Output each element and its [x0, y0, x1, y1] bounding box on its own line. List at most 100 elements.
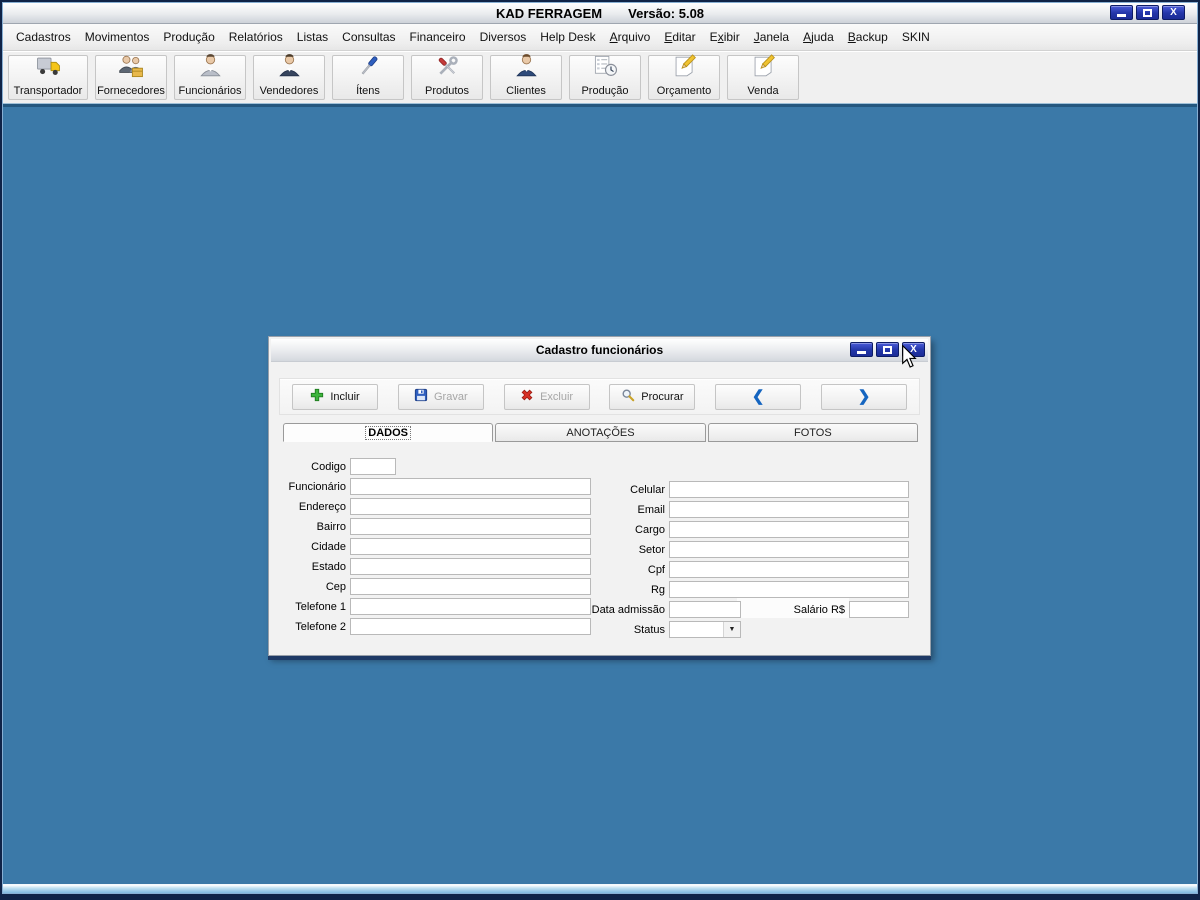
email-input[interactable]	[669, 501, 909, 518]
cargo-input[interactable]	[669, 521, 909, 538]
endereco-input[interactable]	[350, 498, 591, 515]
codigo-label: Codigo	[271, 459, 346, 476]
red-x-icon	[520, 388, 534, 405]
setor-input[interactable]	[669, 541, 909, 558]
toolbar-button-produtos[interactable]: Produtos	[411, 55, 483, 100]
toolbar-button-clientes[interactable]: Clientes	[490, 55, 562, 100]
toolbar-button-vendedores[interactable]: Vendedores	[253, 55, 325, 100]
clipboard-clock-icon	[592, 53, 619, 85]
maximize-button[interactable]	[1136, 5, 1159, 20]
chevron-right-icon: ❯	[858, 389, 871, 404]
menu-item-financeiro[interactable]: Financeiro	[403, 27, 473, 47]
tab-anotacoes[interactable]: ANOTAÇÕES	[495, 423, 705, 442]
mdi-client-area: Cadastro funcionários X	[3, 107, 1197, 884]
tab-fotos[interactable]: FOTOS	[708, 423, 918, 442]
cpf-label: Cpf	[565, 562, 665, 579]
cep-label: Cep	[271, 579, 346, 596]
menu-item-relatórios[interactable]: Relatórios	[222, 27, 290, 47]
toolbar-button-itens[interactable]: Ítens	[332, 55, 404, 100]
salario-label: Salário R$	[775, 602, 845, 619]
menu-item-editar[interactable]: Editar	[657, 27, 702, 47]
menu-item-diversos[interactable]: Diversos	[473, 27, 534, 47]
toolbar-button-transportador[interactable]: Transportador	[8, 55, 88, 100]
menu-item-ajuda[interactable]: Ajuda	[796, 27, 841, 47]
salario-input[interactable]	[849, 601, 909, 618]
gravar-button[interactable]: Gravar	[398, 384, 484, 410]
tab-dados[interactable]: DADOS	[283, 423, 493, 442]
telefone2-input[interactable]	[350, 618, 591, 635]
toolbar-button-producao[interactable]: Produção	[569, 55, 641, 100]
procurar-button[interactable]: Procurar	[609, 384, 695, 410]
menu-item-arquivo[interactable]: Arquivo	[603, 27, 658, 47]
data-admissao-label: Data admissão	[565, 602, 665, 619]
menu-item-help-desk[interactable]: Help Desk	[533, 27, 602, 47]
toolbar-button-fornecedores[interactable]: Fornecedores	[95, 55, 167, 100]
telefone1-input[interactable]	[350, 598, 591, 615]
minimize-button[interactable]	[1110, 5, 1133, 20]
toolbar-button-orcamento[interactable]: Orçamento	[648, 55, 720, 100]
rg-input[interactable]	[669, 581, 909, 598]
maximize-icon	[883, 346, 892, 354]
chevron-down-icon[interactable]: ▼	[723, 622, 740, 637]
maximize-icon	[1143, 9, 1152, 17]
cargo-label: Cargo	[565, 522, 665, 539]
title-bar[interactable]: KAD FERRAGEM Versão: 5.08 X	[3, 3, 1197, 24]
toolbar-label: Funcionários	[179, 85, 242, 98]
excluir-label: Excluir	[540, 391, 573, 403]
menu-item-cadastros[interactable]: Cadastros	[9, 27, 78, 47]
salesman-icon	[276, 53, 303, 85]
toolbar-label: Produção	[581, 85, 628, 98]
menu-item-exibir[interactable]: Exibir	[703, 27, 747, 47]
menu-item-consultas[interactable]: Consultas	[335, 27, 402, 47]
app-title: KAD FERRAGEM	[496, 6, 602, 21]
codigo-input[interactable]	[350, 458, 396, 475]
cpf-input[interactable]	[669, 561, 909, 578]
minimize-icon	[1117, 14, 1126, 17]
next-record-button[interactable]: ❯	[821, 384, 907, 410]
close-button[interactable]: X	[1162, 5, 1185, 20]
dialog-maximize-button[interactable]	[876, 342, 899, 357]
incluir-button[interactable]: Incluir	[292, 384, 378, 410]
menu-item-backup[interactable]: Backup	[841, 27, 895, 47]
excluir-button[interactable]: Excluir	[504, 384, 590, 410]
cadastro-funcionarios-window: Cadastro funcionários X	[268, 336, 931, 656]
toolbar-label: Produtos	[425, 85, 469, 98]
toolbar-label: Vendedores	[260, 85, 319, 98]
bairro-input[interactable]	[350, 518, 591, 535]
magnifier-icon	[621, 388, 635, 405]
tab-label: FOTOS	[794, 427, 832, 439]
toolbar-button-funcionarios[interactable]: Funcionários	[174, 55, 246, 100]
dialog-minimize-button[interactable]	[850, 342, 873, 357]
celular-input[interactable]	[669, 481, 909, 498]
telefone1-label: Telefone 1	[271, 599, 346, 616]
funcionario-input[interactable]	[350, 478, 591, 495]
estado-label: Estado	[271, 559, 346, 576]
estado-input[interactable]	[350, 558, 591, 575]
cidade-label: Cidade	[271, 539, 346, 556]
close-icon: X	[1170, 6, 1177, 19]
dialog-title-bar[interactable]: Cadastro funcionários X	[271, 339, 928, 362]
status-bar	[3, 884, 1197, 893]
incluir-label: Incluir	[330, 391, 359, 403]
menu-item-produção[interactable]: Produção	[156, 27, 221, 47]
data-admissao-input[interactable]	[669, 601, 741, 618]
previous-record-button[interactable]: ❮	[715, 384, 801, 410]
status-combobox[interactable]: ▼	[669, 621, 741, 638]
toolbar-button-venda[interactable]: Venda	[727, 55, 799, 100]
truck-icon	[35, 53, 62, 85]
cidade-input[interactable]	[350, 538, 591, 555]
endereco-label: Endereço	[271, 499, 346, 516]
menu-item-skin[interactable]: SKIN	[895, 27, 937, 47]
suppliers-icon	[118, 53, 145, 85]
cep-input[interactable]	[350, 578, 591, 595]
menu-item-listas[interactable]: Listas	[290, 27, 335, 47]
dialog-tabs: DADOS ANOTAÇÕES FOTOS	[283, 423, 918, 442]
menu-item-janela[interactable]: Janela	[747, 27, 796, 47]
plus-icon	[310, 388, 324, 405]
tab-label: DADOS	[366, 427, 410, 439]
bairro-label: Bairro	[271, 519, 346, 536]
window-controls: X	[1110, 5, 1185, 20]
menu-item-movimentos[interactable]: Movimentos	[78, 27, 157, 47]
mouse-cursor	[901, 345, 917, 374]
client-icon	[513, 53, 540, 85]
